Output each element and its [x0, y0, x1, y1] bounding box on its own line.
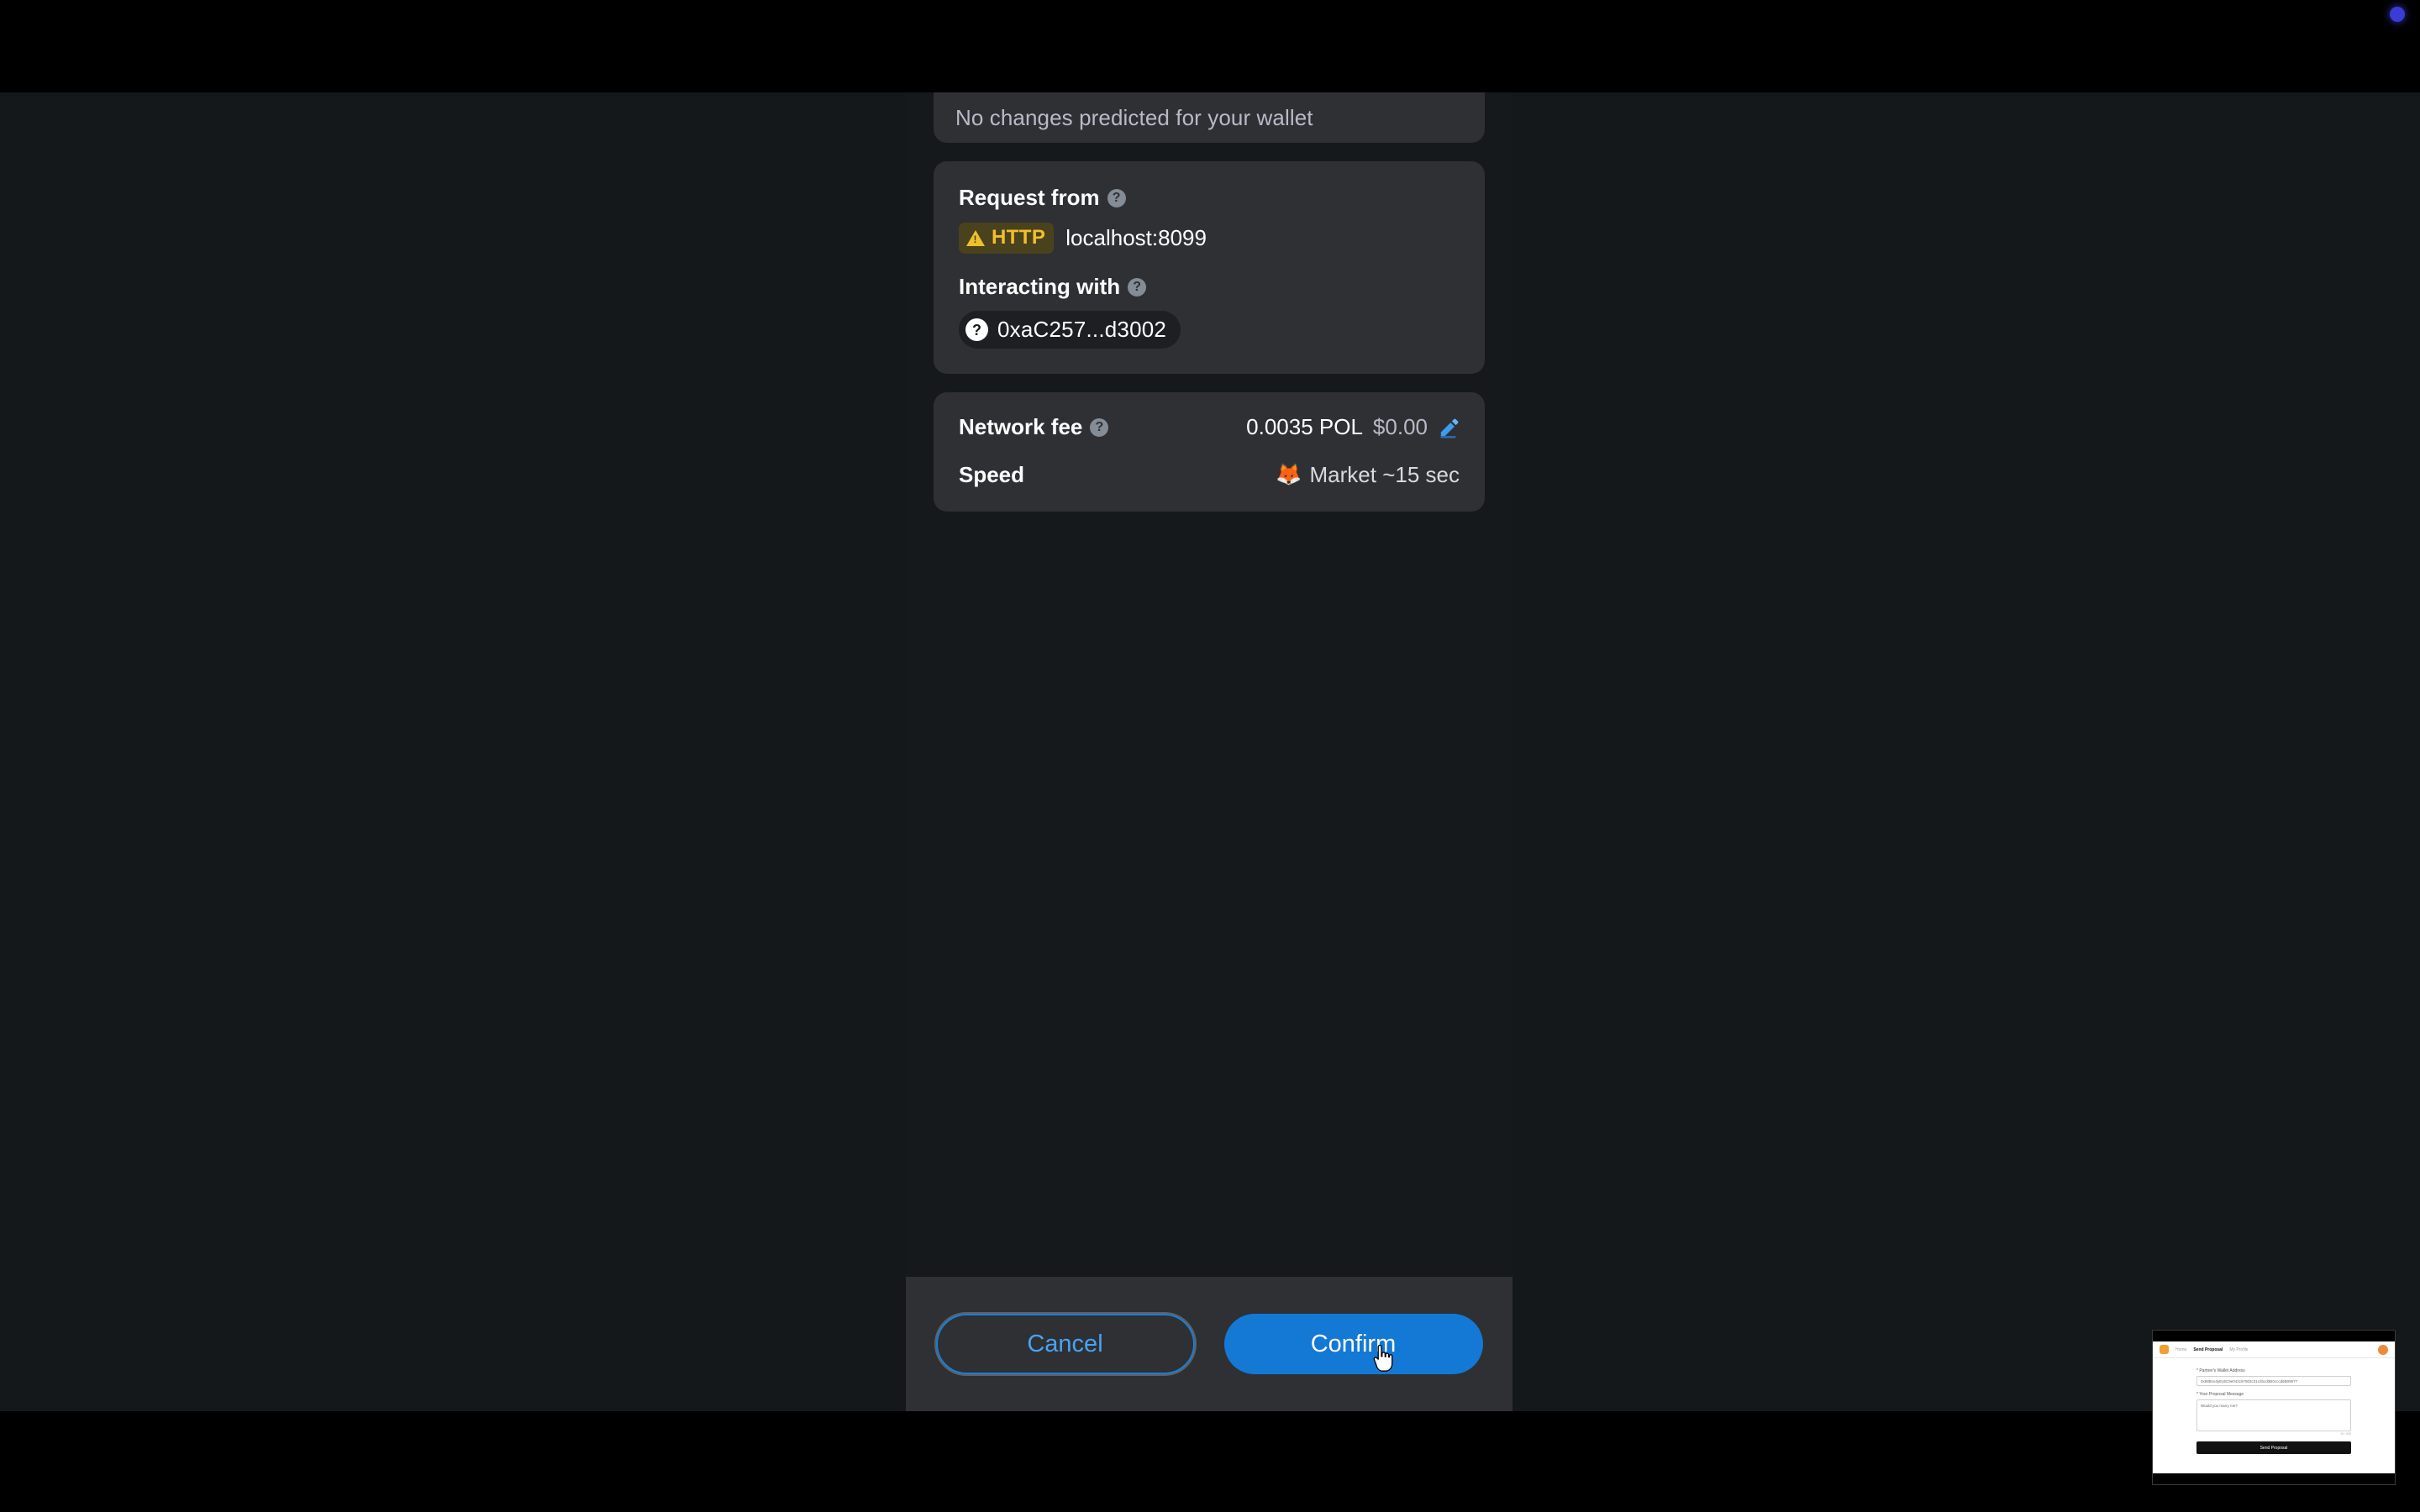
- page-thumbnail-preview[interactable]: Home Send Proposal My Profile * Partner'…: [2152, 1330, 2396, 1485]
- warning-triangle-icon: [966, 229, 985, 246]
- request-from-label-row: Request from ?: [959, 185, 1460, 211]
- no-changes-message: No changes predicted for your wallet: [955, 104, 1313, 130]
- fox-emoji-icon: 🦊: [1276, 463, 1302, 486]
- origin-host: localhost:8099: [1065, 225, 1207, 250]
- thumbnail-form: * Partner's Wallet Address 0x98Bce3yEy5C…: [2153, 1358, 2395, 1484]
- thumbnail-top-bar: [2153, 1331, 2395, 1341]
- http-badge-label: HTTP: [992, 226, 1046, 249]
- simulation-card: No changes predicted for your wallet: [934, 92, 1485, 143]
- panel-footer: Cancel Confirm: [906, 1277, 1512, 1411]
- thumbnail-spacer: [2196, 1386, 2351, 1392]
- screen-root: No changes predicted for your wallet Req…: [0, 0, 2420, 1512]
- thumbnail-address-label: * Partner's Wallet Address: [2196, 1368, 2245, 1373]
- app-logo-icon: [2160, 1345, 2169, 1354]
- help-circle-icon[interactable]: ?: [1090, 417, 1109, 437]
- browser-chrome-top: [0, 0, 2420, 92]
- blue-dot-icon: [2390, 7, 2405, 22]
- panel-scroll-area[interactable]: No changes predicted for your wallet Req…: [906, 92, 1512, 1277]
- speed-label: Speed: [959, 462, 1025, 487]
- speed-value: Market ~15 sec: [1309, 462, 1460, 487]
- help-circle-icon[interactable]: ?: [1128, 277, 1147, 297]
- help-circle-icon[interactable]: ?: [1107, 188, 1126, 207]
- pencil-edit-icon[interactable]: [1438, 417, 1460, 438]
- cancel-button[interactable]: Cancel: [935, 1314, 1195, 1374]
- interacting-with-label-row: Interacting with ?: [959, 274, 1460, 300]
- thumbnail-nav-home: Home: [2175, 1347, 2187, 1352]
- http-protocol-badge[interactable]: HTTP: [959, 223, 1055, 254]
- interacting-with-label: Interacting with: [959, 274, 1121, 299]
- confirm-button[interactable]: Confirm: [1223, 1314, 1483, 1374]
- network-fee-label-row: Network fee ?: [959, 414, 1109, 440]
- network-fee-amount: 0.0035 POL: [1246, 414, 1363, 439]
- speed-label-row: Speed: [959, 462, 1024, 488]
- thumbnail-nav-send-proposal: Send Proposal: [2193, 1347, 2223, 1352]
- contract-address: 0xaC257...d3002: [997, 317, 1167, 342]
- thumbnail-char-count: 19 / 500: [2340, 1432, 2351, 1436]
- network-fee-fiat: $0.00: [1372, 414, 1428, 439]
- network-fee-label: Network fee: [959, 414, 1083, 439]
- thumbnail-navbar: Home Send Proposal My Profile: [2153, 1341, 2395, 1358]
- contract-address-pill[interactable]: ? 0xaC257...d3002: [959, 311, 1181, 349]
- request-details-card: Request from ? HTTP localhost:8099 Inter…: [934, 161, 1485, 374]
- network-fee-card: Network fee ? 0.0035 POL $0.00 Speed 🦊 M…: [934, 392, 1485, 512]
- speed-row: Speed 🦊 Market ~15 sec: [959, 462, 1460, 488]
- network-fee-value-group: 0.0035 POL $0.00: [1246, 414, 1460, 440]
- thumbnail-message-textarea: Would you marry me?: [2196, 1399, 2351, 1431]
- request-from-label: Request from: [959, 185, 1100, 210]
- thumbnail-bottom-bar: [2153, 1473, 2395, 1484]
- speed-value-group[interactable]: 🦊 Market ~15 sec: [1276, 462, 1460, 488]
- thumbnail-send-proposal-button: Send Proposal: [2196, 1441, 2351, 1454]
- network-fee-row: Network fee ? 0.0035 POL $0.00: [959, 414, 1460, 440]
- thumbnail-message-label: * Your Proposal Message: [2196, 1392, 2244, 1397]
- confirmation-panel: No changes predicted for your wallet Req…: [906, 92, 1512, 1411]
- origin-row: HTTP localhost:8099: [959, 223, 1460, 254]
- user-avatar-icon: [2378, 1345, 2388, 1355]
- unknown-contract-icon: ?: [965, 318, 988, 341]
- thumbnail-address-input: 0x98Bce3yEy5C9e042c67902c31c2bcd3B0cccd6…: [2196, 1376, 2351, 1386]
- thumbnail-nav-my-profile: My Profile: [2229, 1347, 2249, 1352]
